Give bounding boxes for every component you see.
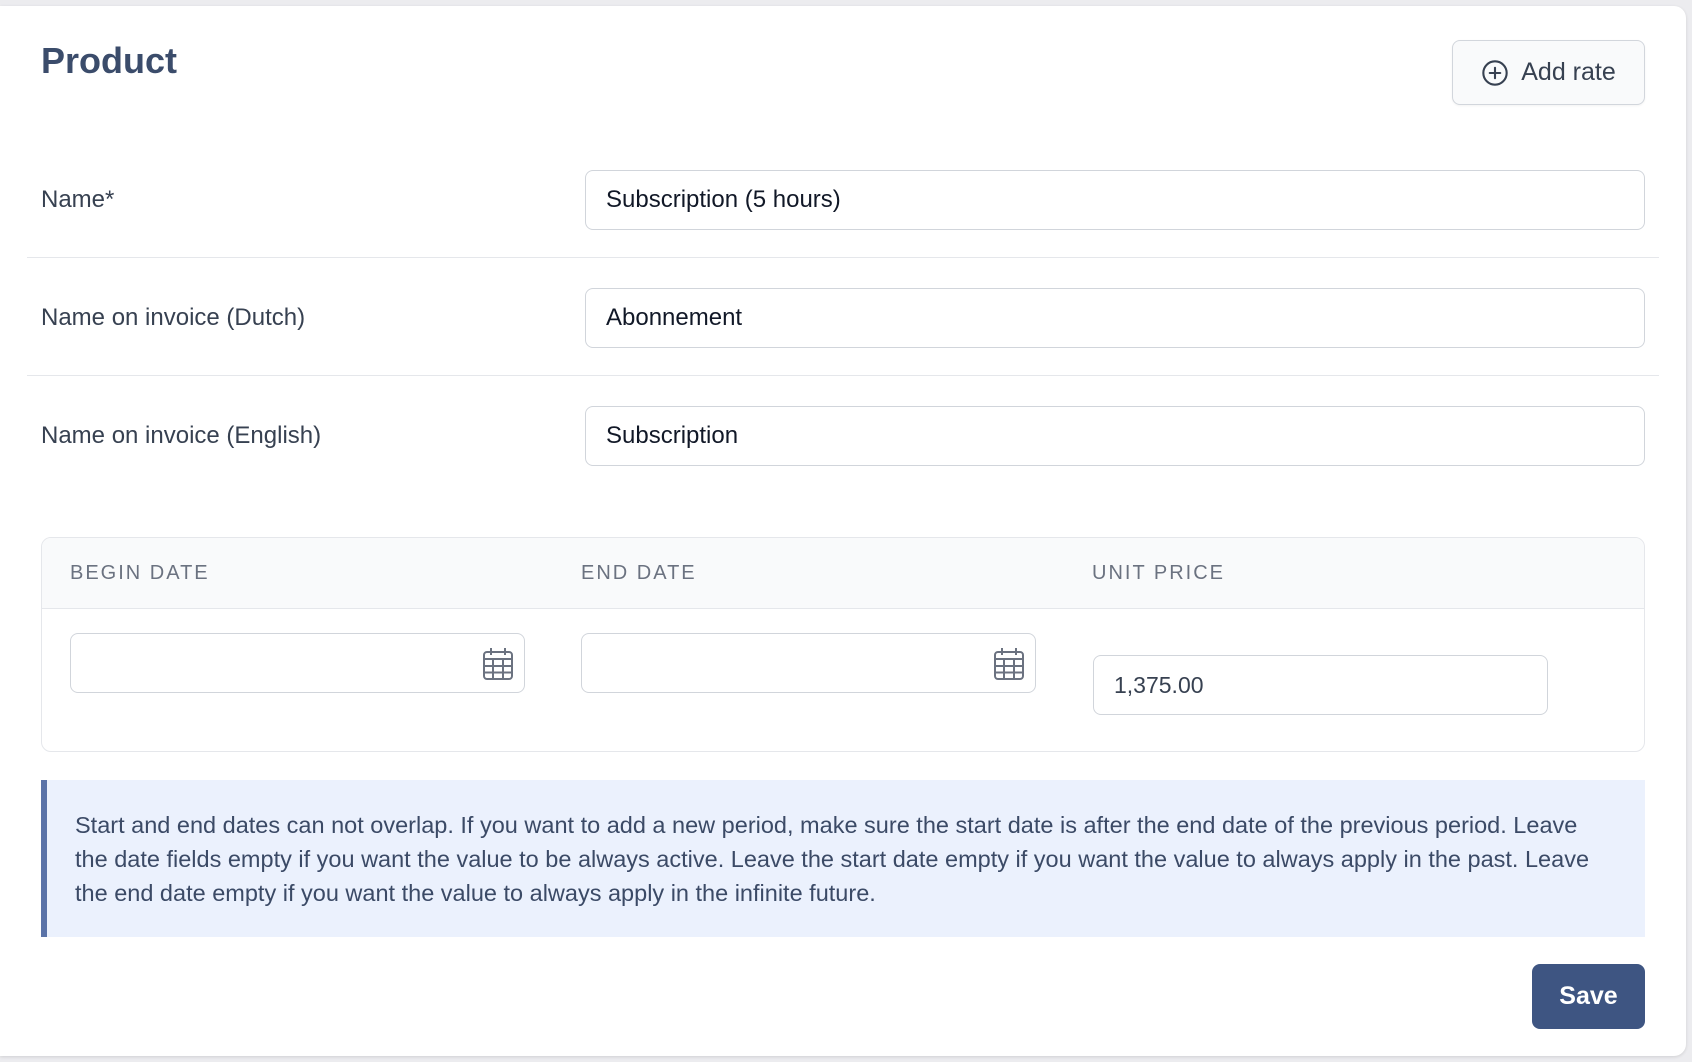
rates-table: BEGIN DATE END DATE UNIT PRICE bbox=[41, 537, 1645, 752]
name-english-label: Name on invoice (English) bbox=[41, 421, 322, 449]
name-dutch-label: Name on invoice (Dutch) bbox=[41, 303, 306, 331]
name-input[interactable] bbox=[585, 170, 1645, 230]
info-note-text: Start and end dates can not overlap. If … bbox=[75, 812, 1590, 906]
column-header-unit-price: UNIT PRICE bbox=[1092, 561, 1225, 584]
rates-header: BEGIN DATE END DATE UNIT PRICE bbox=[42, 538, 1644, 609]
unit-price-input[interactable] bbox=[1093, 655, 1548, 715]
field-row-name-dutch: Name on invoice (Dutch) bbox=[27, 259, 1659, 376]
name-english-input[interactable] bbox=[585, 406, 1645, 466]
begin-date-field[interactable] bbox=[70, 633, 525, 693]
info-note: Start and end dates can not overlap. If … bbox=[41, 780, 1645, 937]
name-dutch-input[interactable] bbox=[585, 288, 1645, 348]
page-title: Product bbox=[41, 40, 178, 81]
column-header-end-date: END DATE bbox=[581, 561, 697, 584]
begin-date-input[interactable] bbox=[71, 634, 501, 690]
calendar-icon[interactable] bbox=[992, 646, 1026, 682]
product-card: Product Add rate Name* Name on invoice (… bbox=[0, 6, 1686, 1056]
add-rate-label: Add rate bbox=[1521, 58, 1616, 86]
field-row-name: Name* bbox=[27, 141, 1659, 258]
field-row-name-english: Name on invoice (English) bbox=[27, 377, 1659, 494]
column-header-begin-date: BEGIN DATE bbox=[70, 561, 210, 584]
add-rate-button[interactable]: Add rate bbox=[1452, 40, 1645, 105]
calendar-icon[interactable] bbox=[481, 646, 515, 682]
plus-circle-icon bbox=[1481, 59, 1509, 87]
name-label: Name* bbox=[41, 185, 115, 213]
end-date-input[interactable] bbox=[582, 634, 1012, 690]
save-button[interactable]: Save bbox=[1532, 964, 1645, 1029]
end-date-field[interactable] bbox=[581, 633, 1036, 693]
